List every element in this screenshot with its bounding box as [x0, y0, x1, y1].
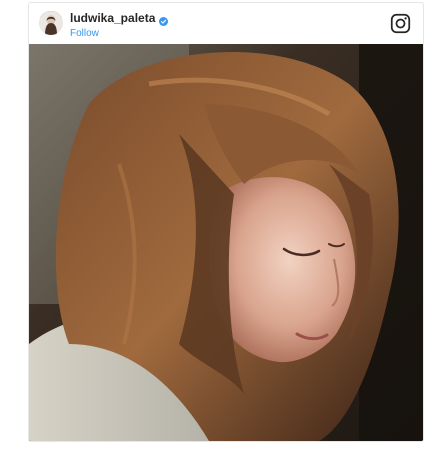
- post-photo[interactable]: [29, 44, 423, 441]
- avatar-image: [39, 11, 63, 35]
- post-header: ludwika_paleta Follow: [29, 3, 423, 44]
- follow-button[interactable]: Follow: [70, 29, 99, 39]
- user-block: ludwika_paleta Follow: [70, 12, 169, 40]
- instagram-icon[interactable]: [390, 13, 411, 34]
- instagram-embed-card: ludwika_paleta Follow: [28, 2, 424, 442]
- verified-badge-icon: [159, 14, 169, 26]
- username[interactable]: ludwika_paleta: [70, 12, 155, 24]
- avatar[interactable]: [39, 11, 63, 35]
- username-row: ludwika_paleta: [70, 12, 169, 26]
- portrait-photo: [29, 44, 423, 441]
